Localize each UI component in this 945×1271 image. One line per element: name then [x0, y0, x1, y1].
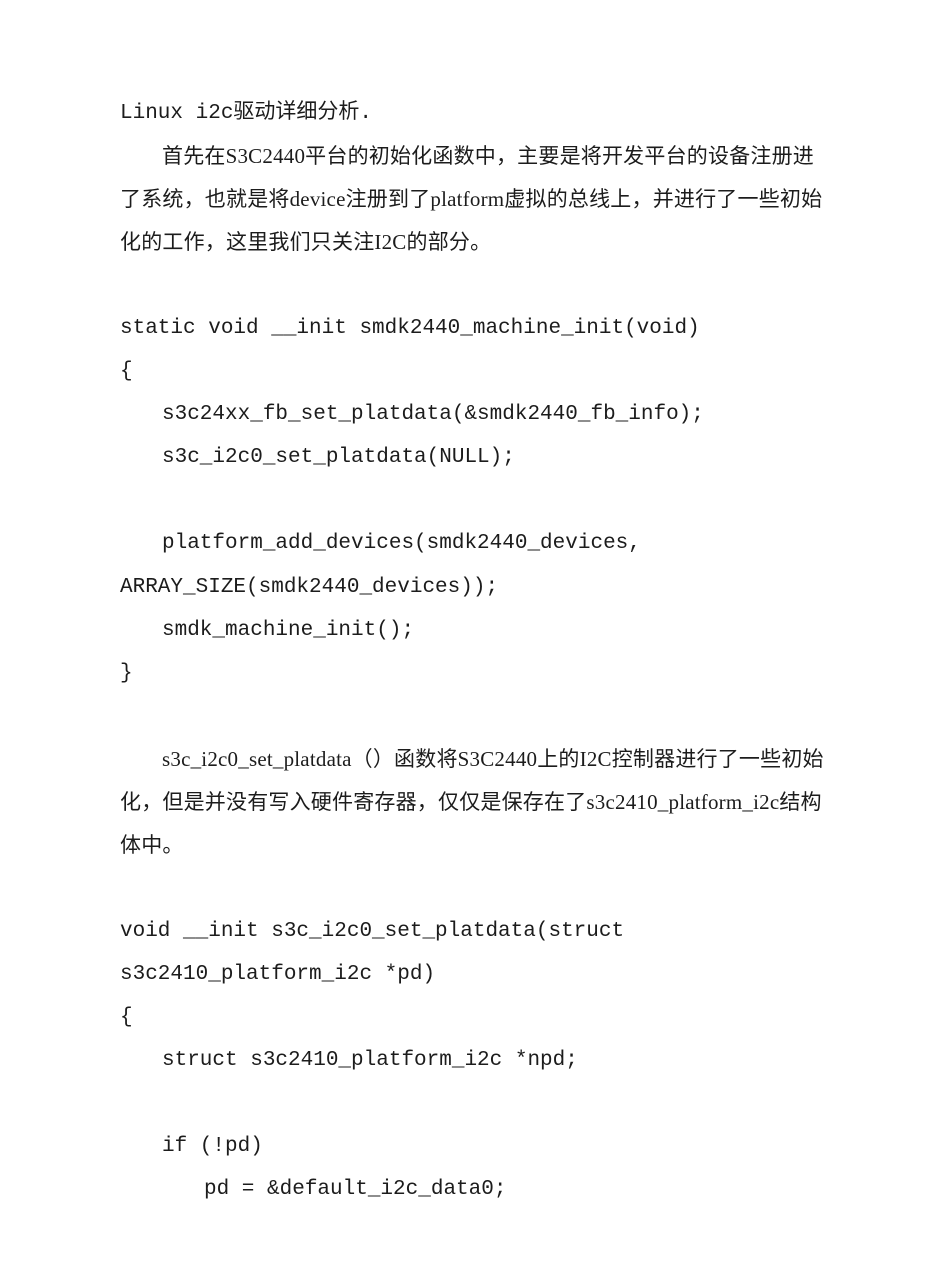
code-line: }	[120, 652, 825, 695]
blank-line	[120, 867, 825, 910]
title-text: Linux i2c驱动详细分析.	[120, 102, 372, 125]
code-line: {	[120, 996, 825, 1039]
paragraph-explain: s3c_i2c0_set_platdata（）函数将S3C2440上的I2C控制…	[120, 738, 825, 867]
code-line: struct s3c2410_platform_i2c *npd;	[120, 1039, 825, 1082]
blank-line	[120, 695, 825, 738]
code-line: platform_add_devices(smdk2440_devices,	[120, 522, 825, 565]
code-line: void __init s3c_i2c0_set_platdata(struct…	[120, 910, 825, 996]
title-line: Linux i2c驱动详细分析.	[120, 90, 825, 135]
code-line: smdk_machine_init();	[120, 609, 825, 652]
code-line: static void __init smdk2440_machine_init…	[120, 307, 825, 350]
blank-line	[120, 1082, 825, 1125]
code-line: pd = &default_i2c_data0;	[120, 1168, 825, 1211]
code-line: if (!pd)	[120, 1125, 825, 1168]
code-line: s3c24xx_fb_set_platdata(&smdk2440_fb_inf…	[120, 393, 825, 436]
code-line: ARRAY_SIZE(smdk2440_devices));	[120, 566, 825, 609]
paragraph-intro: 首先在S3C2440平台的初始化函数中，主要是将开发平台的设备注册进了系统，也就…	[120, 135, 825, 264]
document-page: Linux i2c驱动详细分析. 首先在S3C2440平台的初始化函数中，主要是…	[0, 0, 945, 1271]
blank-line	[120, 264, 825, 307]
blank-line	[120, 479, 825, 522]
code-line: s3c_i2c0_set_platdata(NULL);	[120, 436, 825, 479]
code-line: {	[120, 350, 825, 393]
